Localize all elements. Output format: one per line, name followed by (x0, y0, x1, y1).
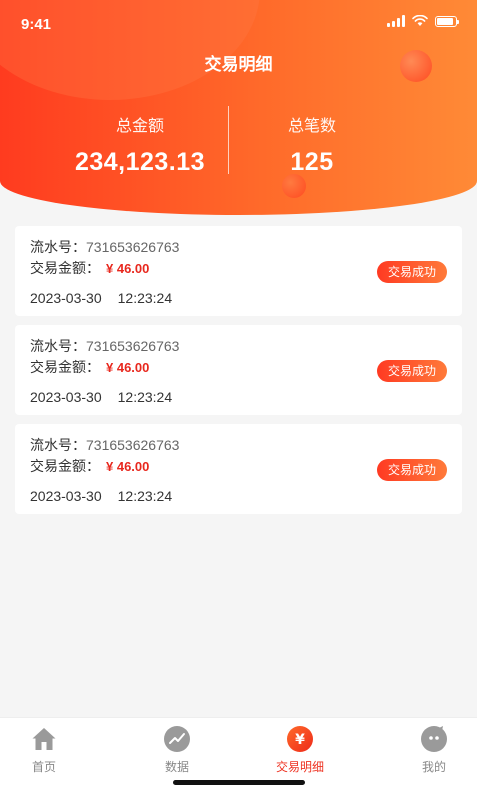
serial-row: 流水号：731653626763 (30, 336, 179, 356)
transaction-time: 12:23:24 (117, 290, 173, 306)
amount-label: 交易金额： (30, 359, 100, 375)
status-time: 9:41 (21, 16, 52, 33)
total-count-value: 125 (290, 148, 334, 176)
total-count-stat: 总笔数 125 (212, 112, 412, 177)
tab-profile[interactable]: 我的 (394, 726, 474, 775)
serial-number: 731653626763 (86, 239, 180, 255)
amount-value: ¥ 46.00 (106, 261, 150, 276)
total-amount-label: 总金额 (115, 118, 164, 135)
amount-row: 交易金额： ¥ 46.00 (30, 456, 149, 476)
amount-label: 交易金额： (30, 260, 100, 276)
signal-icon (387, 15, 405, 27)
status-badge: 交易成功 (376, 261, 447, 283)
serial-row: 流水号：731653626763 (30, 435, 179, 455)
status-icons (387, 15, 459, 27)
amount-value: ¥ 46.00 (106, 459, 150, 474)
tab-home[interactable]: 首页 (4, 726, 84, 775)
wifi-icon (412, 15, 428, 26)
status-badge: 交易成功 (376, 459, 447, 481)
decorative-ball (282, 174, 306, 198)
transaction-card[interactable]: 流水号：731653626763 交易金额： ¥ 46.00 2023-03-30… (15, 325, 462, 415)
total-amount-value: 234,123.13 (74, 148, 206, 176)
serial-label: 流水号： (30, 239, 86, 255)
svg-text:¥: ¥ (295, 732, 305, 748)
tab-profile-label: 我的 (421, 760, 446, 774)
transaction-card[interactable]: 流水号：731653626763 交易金额： ¥ 46.00 2023-03-30… (15, 424, 462, 514)
transaction-time: 12:23:24 (117, 488, 173, 504)
transaction-time: 12:23:24 (117, 389, 173, 405)
amount-label: 交易金额： (30, 458, 100, 474)
profile-icon (421, 726, 447, 752)
serial-number: 731653626763 (86, 338, 180, 354)
tab-transactions[interactable]: ¥ 交易明细 (260, 726, 340, 775)
battery-icon (435, 15, 459, 27)
trend-icon (164, 726, 190, 752)
transaction-card[interactable]: 流水号：731653626763 交易金额： ¥ 46.00 2023-03-30… (15, 226, 462, 316)
transaction-date: 2023-03-30 (30, 389, 102, 405)
serial-number: 731653626763 (86, 437, 180, 453)
datetime-row: 2023-03-30 12:23:24 (30, 389, 172, 405)
tab-data-label: 数据 (164, 760, 189, 774)
serial-row: 流水号：731653626763 (30, 237, 179, 257)
bottom-tab-bar: 首页 数据 ¥ 交易明细 我的 (0, 717, 477, 798)
status-badge: 交易成功 (376, 360, 447, 382)
amount-row: 交易金额： ¥ 46.00 (30, 258, 149, 278)
amount-row: 交易金额： ¥ 46.00 (30, 357, 149, 377)
home-icon (31, 726, 57, 752)
serial-label: 流水号： (30, 437, 86, 453)
home-indicator (173, 780, 305, 785)
datetime-row: 2023-03-30 12:23:24 (30, 290, 172, 306)
tab-transactions-label: 交易明细 (275, 760, 324, 774)
datetime-row: 2023-03-30 12:23:24 (30, 488, 172, 504)
transaction-date: 2023-03-30 (30, 488, 102, 504)
amount-value: ¥ 46.00 (106, 360, 150, 375)
page-title: 交易明细 (204, 55, 273, 74)
transaction-list: 流水号：731653626763 交易金额： ¥ 46.00 2023-03-30… (15, 226, 462, 523)
total-amount-stat: 总金额 234,123.13 (40, 112, 240, 177)
serial-label: 流水号： (30, 338, 86, 354)
status-bar: 9:41 (0, 0, 477, 44)
transaction-date: 2023-03-30 (30, 290, 102, 306)
total-count-label: 总笔数 (287, 118, 336, 135)
tab-data[interactable]: 数据 (137, 726, 217, 775)
tab-home-label: 首页 (31, 760, 56, 774)
yen-icon: ¥ (287, 726, 313, 752)
